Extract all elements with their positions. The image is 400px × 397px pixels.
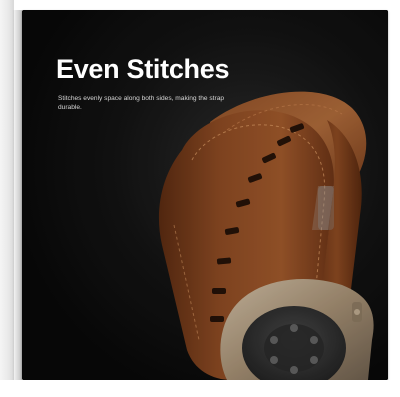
card-shadow xyxy=(12,10,22,380)
bottom-margin xyxy=(0,380,400,397)
slide-headline: Even Stitches xyxy=(56,54,230,84)
slide-subtext: Stitches evenly space along both sides, … xyxy=(58,95,225,111)
feature-card: Even Stitches Stitches evenly space alon… xyxy=(22,10,388,380)
product-image-frame: Even Stitches Stitches evenly space alon… xyxy=(0,0,400,397)
